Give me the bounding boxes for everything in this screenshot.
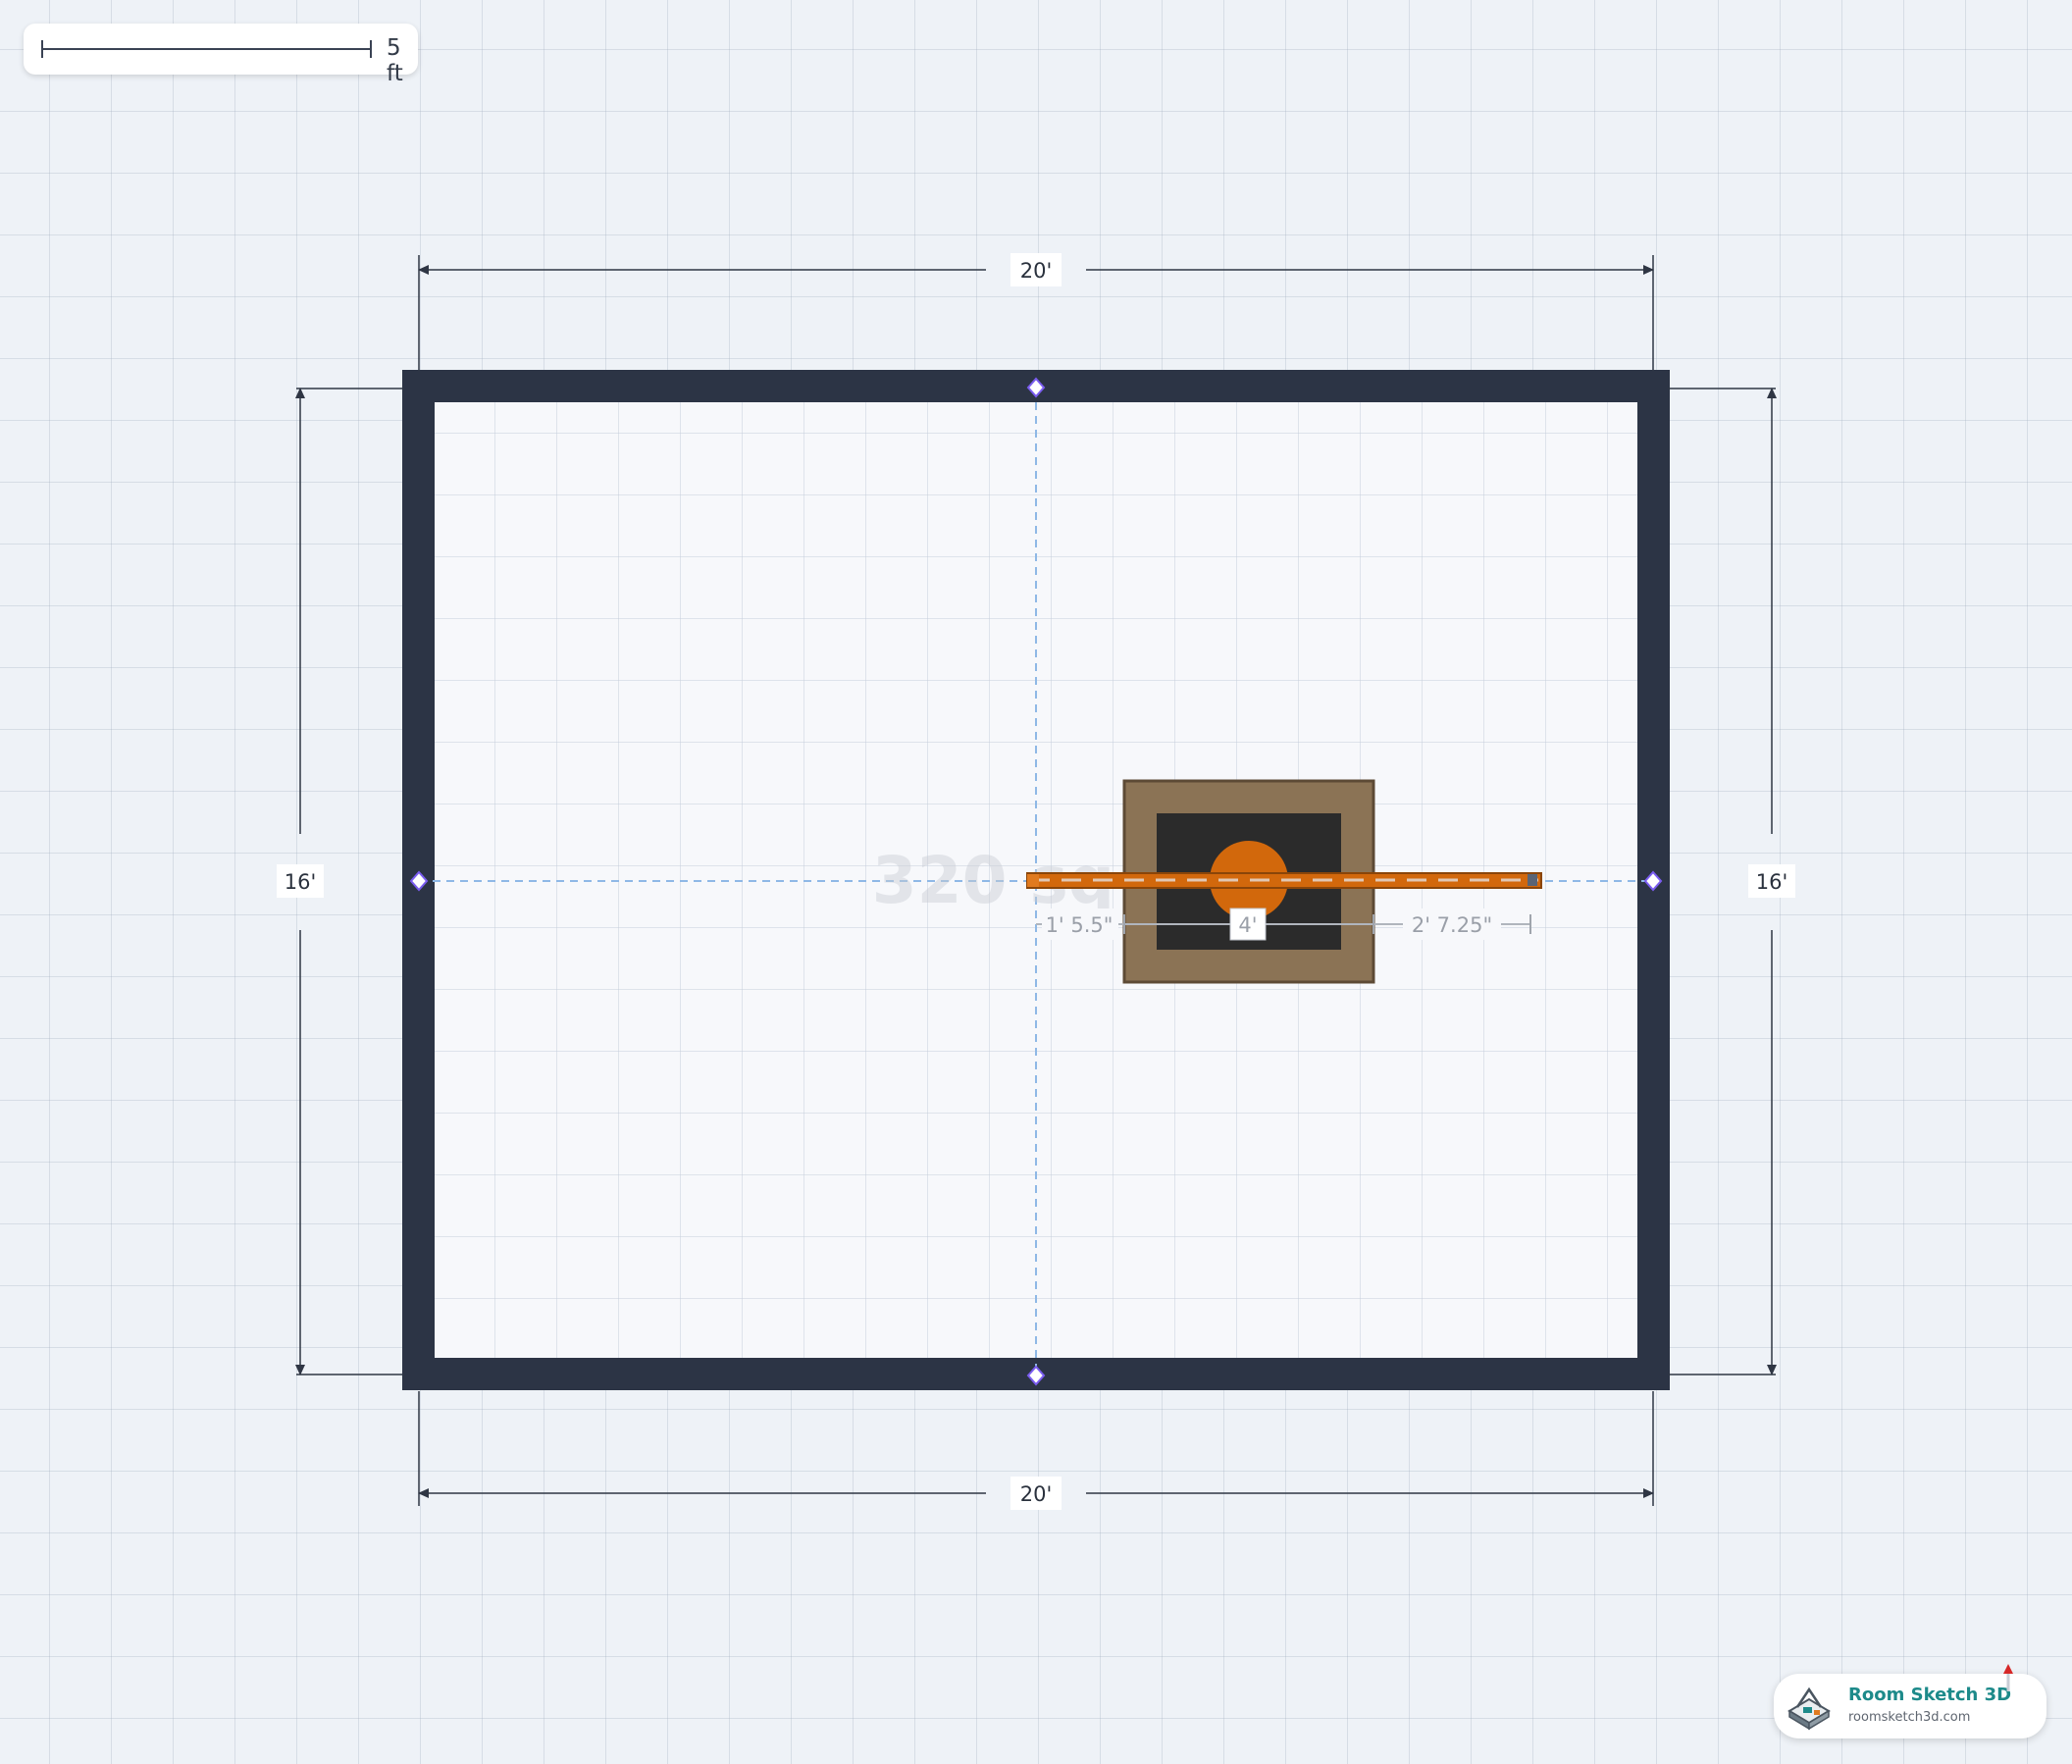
brand-name: Room Sketch 3D — [1848, 1685, 2012, 1705]
room-height-right-label: 16' — [1756, 870, 1788, 894]
fixture-right-offset-label: 2' 7.25" — [1412, 913, 1492, 937]
fixture-left-offset-label: 1' 5.5" — [1046, 913, 1114, 937]
brand-url[interactable]: roomsketch3d.com — [1848, 1710, 1970, 1725]
scale-bar-label: 5 ft — [387, 35, 403, 86]
room-width-bottom-label: 20' — [1020, 1482, 1053, 1506]
fixture-width-label: 4' — [1238, 913, 1257, 937]
room-height-left-label: 16' — [285, 870, 317, 894]
bar-handle-left[interactable] — [1027, 874, 1039, 887]
room-width-top-label: 20' — [1020, 259, 1053, 283]
bar-handle-right[interactable] — [1528, 874, 1537, 886]
room-sketch-logo-icon — [1787, 1686, 1831, 1731]
flag-marker-icon — [2003, 1664, 2013, 1691]
floor-plan-canvas[interactable]: 320 sq ft 1' 5.5" 4' 2' 7.25" 20' 20' 16… — [0, 0, 2072, 1764]
scale-bar: 5 ft — [24, 24, 418, 86]
brand-badge[interactable]: Room Sketch 3D roomsketch3d.com — [1774, 1664, 2046, 1738]
